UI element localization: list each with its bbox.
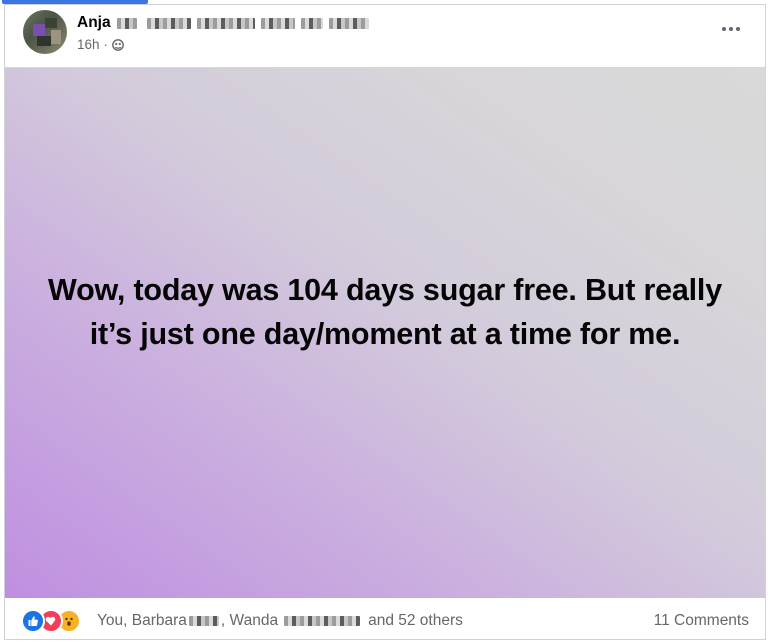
- post-footer: You, Barbara , Wanda and 52 others 11 Co…: [5, 599, 765, 639]
- reactors-summary[interactable]: You, Barbara , Wanda and 52 others: [97, 612, 463, 630]
- redacted-group-name: [196, 17, 255, 29]
- meta-separator: ·: [103, 37, 109, 52]
- like-icon: [21, 609, 45, 633]
- comments-count-link[interactable]: 11 Comments: [654, 612, 749, 630]
- redacted-group-name: [260, 17, 295, 29]
- more-options-button[interactable]: [717, 19, 745, 39]
- redacted-group-name: [146, 17, 191, 29]
- post-meta: 16h ·: [77, 37, 124, 52]
- group-globe-icon[interactable]: [112, 38, 124, 51]
- reactors-tail: and 52 others: [368, 612, 463, 629]
- author-name[interactable]: Anja: [77, 14, 111, 32]
- more-dot: [736, 27, 740, 31]
- redacted-reactor-name: [284, 616, 361, 626]
- reactors-mid: , Wanda: [220, 612, 279, 629]
- more-dot: [729, 27, 733, 31]
- post-text: Wow, today was 104 days sugar free. But …: [48, 273, 722, 351]
- avatar[interactable]: [23, 10, 67, 54]
- timestamp[interactable]: 16h: [77, 37, 100, 52]
- author-line: Anja: [77, 13, 369, 33]
- more-horizontal-icon: [722, 27, 726, 31]
- redacted-group-name: [300, 17, 323, 29]
- post-header: Anja 16h ·: [5, 5, 765, 67]
- redacted-reactor-name: [188, 616, 219, 626]
- redacted-name: [116, 17, 137, 29]
- post-background[interactable]: Wow, today was 104 days sugar free. But …: [5, 67, 765, 598]
- redacted-group-name: [328, 17, 369, 29]
- post-card: Anja 16h · Wow, today was 104 days sugar…: [4, 4, 766, 640]
- reactors-you: You, Barbara: [97, 612, 187, 629]
- reaction-icons[interactable]: [21, 609, 81, 633]
